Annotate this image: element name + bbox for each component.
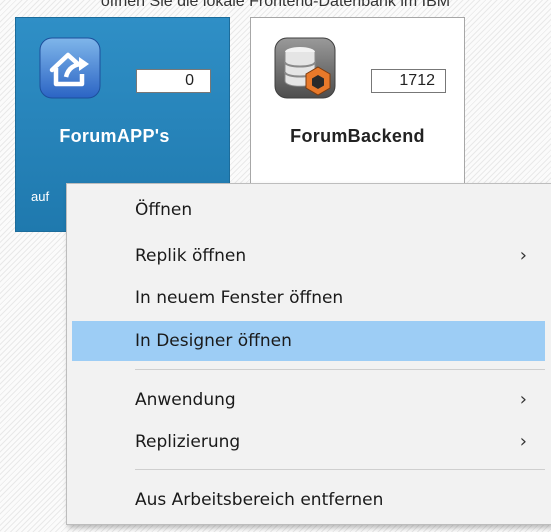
menu-item-open[interactable]: Öffnen	[67, 190, 551, 230]
chevron-right-icon: ›	[519, 245, 527, 266]
menu-item-label: In Designer öffnen	[135, 331, 292, 351]
menu-item-open-designer[interactable]: In Designer öffnen	[72, 321, 545, 361]
tile-subtitle: auf	[31, 189, 50, 204]
document-count-box: 1712	[371, 69, 446, 93]
menu-item-application[interactable]: Anwendung ›	[67, 380, 551, 420]
menu-separator	[135, 469, 545, 470]
menu-item-remove-from-workspace[interactable]: Aus Arbeitsbereich entfernen	[67, 480, 551, 520]
tile-title: ForumAPP's	[59, 126, 170, 146]
menu-item-label: Aus Arbeitsbereich entfernen	[135, 490, 384, 510]
menu-item-open-new-window[interactable]: In neuem Fenster öffnen	[67, 278, 551, 318]
menu-item-replication[interactable]: Replizierung ›	[67, 422, 551, 462]
database-icon	[274, 37, 336, 99]
chevron-right-icon: ›	[519, 431, 527, 452]
page-caption: öffnen Sie die lokale Frontend-Datenbank…	[100, 0, 451, 10]
menu-item-label: Replizierung	[135, 432, 241, 452]
menu-item-label: Replik öffnen	[135, 246, 247, 266]
menu-item-label: In neuem Fenster öffnen	[135, 288, 344, 308]
document-count-box: 0	[136, 69, 211, 93]
menu-item-label: Öffnen	[135, 200, 193, 220]
menu-item-open-replica[interactable]: Replik öffnen ›	[67, 236, 551, 276]
context-menu: Öffnen Replik öffnen › In neuem Fenster …	[66, 183, 551, 525]
chevron-right-icon: ›	[519, 389, 527, 410]
house-arrow-icon	[39, 37, 101, 99]
menu-separator	[135, 369, 545, 370]
tile-title: ForumBackend	[290, 126, 425, 146]
menu-item-label: Anwendung	[135, 390, 236, 410]
